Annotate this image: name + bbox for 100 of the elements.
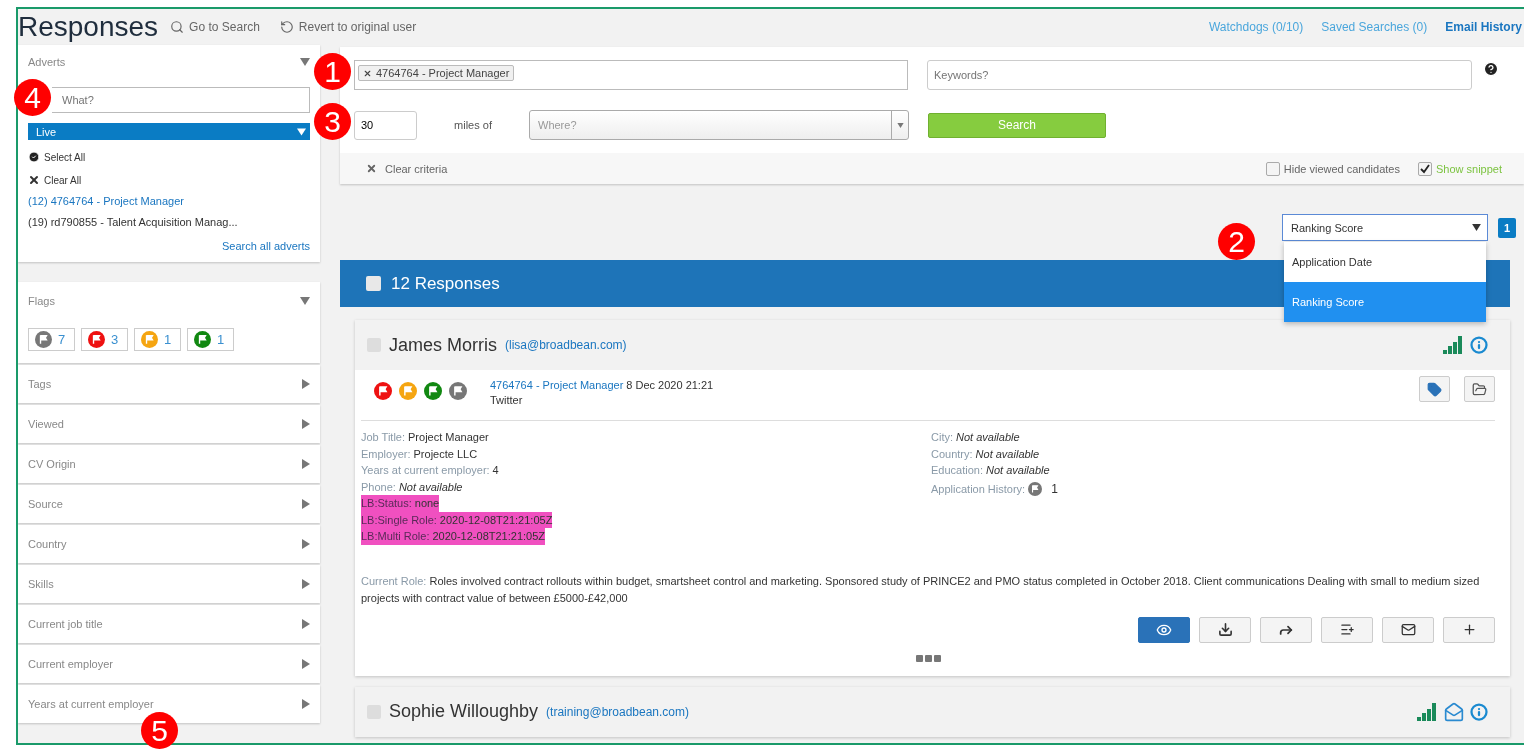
info-icon[interactable] — [1470, 336, 1488, 354]
page-title: Responses — [18, 12, 159, 42]
select-all-checkbox[interactable] — [366, 276, 381, 291]
download-button[interactable] — [1199, 616, 1251, 643]
list-plus-icon — [1339, 622, 1355, 637]
distance-field[interactable]: 30 — [354, 110, 417, 140]
status-dropdown[interactable]: Live — [28, 123, 310, 140]
sort-select[interactable]: Ranking Score — [1282, 214, 1488, 241]
filter-title: Tags — [28, 378, 52, 390]
field-label: Employer: — [361, 447, 411, 460]
field-value: Not available — [986, 464, 1050, 477]
caret-right-icon[interactable] — [302, 619, 310, 629]
filter-title: Current employer — [28, 658, 113, 670]
option-checkbox[interactable]: Show snippet — [1417, 161, 1502, 176]
caret-right-icon[interactable] — [302, 459, 310, 469]
field-label: Application History: — [931, 482, 1026, 495]
keywords-field[interactable]: Keywords? — [927, 60, 1472, 90]
flag-filter-button[interactable]: 3 — [81, 328, 128, 351]
flag-filter-button[interactable]: 7 — [28, 328, 75, 351]
flag-filter-button[interactable]: 1 — [134, 328, 181, 351]
candidate-name: James Morris — [389, 334, 497, 356]
caret-right-icon[interactable] — [302, 419, 310, 429]
tag-button[interactable] — [1419, 376, 1450, 402]
field-label: LB:Multi Role: — [361, 530, 430, 543]
filter-panel[interactable]: CV Origin — [18, 445, 320, 483]
menu-option[interactable]: Application Date — [1284, 242, 1486, 282]
advert-link[interactable]: 4764764 - Project Manager — [490, 379, 624, 391]
candidate-email-link[interactable]: (training@broadbean.com) — [546, 704, 689, 719]
filter-panel[interactable]: Current employer — [18, 645, 320, 683]
signal-bars-icon — [1443, 336, 1464, 354]
field-label: Years at current employer: — [361, 464, 490, 477]
close-icon — [28, 174, 40, 186]
clear-criteria-link[interactable]: Clear criteria — [366, 162, 448, 175]
header-link[interactable]: Email History — [1445, 20, 1522, 34]
check-circle-icon — [28, 151, 40, 163]
header-link[interactable]: Saved Searches (0) — [1321, 20, 1428, 34]
field-value: Projecte LLC — [413, 447, 478, 460]
filter-panel[interactable]: Flags 7 3 1 1 — [18, 282, 320, 363]
filter-title: Source — [28, 498, 63, 510]
filter-title: Viewed — [28, 418, 64, 430]
clear-all-link[interactable]: Clear All — [28, 174, 310, 186]
email-button[interactable] — [1382, 616, 1434, 643]
advert-link[interactable]: (19) rd790855 - Talent Acquisition Manag... — [28, 216, 310, 228]
caret-right-icon[interactable] — [302, 579, 310, 589]
flag-filter-button[interactable]: 1 — [187, 328, 234, 351]
field-value: Not available — [975, 447, 1040, 460]
distance-label: miles of — [453, 119, 493, 131]
filter-panel[interactable]: Tags — [18, 365, 320, 403]
caret-down-icon — [1472, 224, 1481, 231]
filter-panel[interactable]: Source — [18, 485, 320, 523]
add-to-list-button[interactable] — [1321, 616, 1373, 643]
signal-bars-icon — [1417, 702, 1438, 721]
select-all-link[interactable]: Select All — [28, 151, 310, 163]
filter-panel[interactable]: Current job title — [18, 605, 320, 643]
remove-icon[interactable] — [363, 68, 372, 78]
filter-panel[interactable]: Country — [18, 525, 320, 563]
filter-title: Current job title — [28, 618, 103, 630]
field-value: 1 — [1051, 481, 1058, 496]
candidate-email-link[interactable]: (lisa@broadbean.com) — [505, 338, 627, 352]
field-value: none — [414, 497, 440, 510]
help-icon[interactable] — [1483, 61, 1499, 77]
option-checkbox[interactable]: Hide viewed candidates — [1265, 161, 1400, 176]
view-button[interactable] — [1138, 616, 1190, 643]
candidate-name: Sophie Willoughby — [389, 701, 539, 722]
filter-title: Flags — [28, 295, 55, 307]
caret-right-icon[interactable] — [302, 539, 310, 549]
filter-panel[interactable]: Viewed — [18, 405, 320, 443]
search-all-adverts-link[interactable]: Search all adverts — [221, 240, 310, 252]
search-button[interactable]: Search — [928, 112, 1106, 138]
forward-button[interactable] — [1260, 616, 1312, 643]
where-select[interactable]: Where? — [529, 110, 909, 140]
caret-down-icon[interactable] — [300, 58, 310, 66]
header-link[interactable]: Watchdogs (0/10) — [1208, 20, 1304, 34]
caret-right-icon[interactable] — [302, 379, 310, 389]
caret-down-icon[interactable] — [300, 297, 310, 305]
folder-button[interactable] — [1464, 376, 1495, 402]
advert-tag: 4764764 - Project Manager — [358, 65, 515, 81]
what-field[interactable]: What? — [52, 87, 310, 113]
close-icon — [366, 163, 377, 174]
caret-right-icon[interactable] — [302, 699, 310, 709]
field-label: City: — [931, 431, 953, 444]
menu-option[interactable]: Ranking Score — [1284, 282, 1486, 322]
caret-right-icon[interactable] — [302, 499, 310, 509]
flag-icon — [194, 331, 211, 348]
results-count: 12 Responses — [391, 273, 500, 294]
advert-tag-field[interactable]: 4764764 - Project Manager — [354, 60, 908, 90]
field-label: Country: — [931, 447, 973, 460]
page-button[interactable]: 1 — [1498, 217, 1516, 238]
open-envelope-icon — [1444, 701, 1464, 722]
advert-link[interactable]: (12) 4764764 - Project Manager — [28, 195, 310, 207]
filter-title: Country — [28, 538, 67, 550]
revert-user-link[interactable]: Revert to original user — [279, 20, 417, 34]
filter-panel[interactable]: Skills — [18, 565, 320, 603]
info-icon[interactable] — [1470, 702, 1488, 721]
flag-icon — [35, 331, 52, 348]
caret-right-icon[interactable] — [302, 659, 310, 669]
filter-title: Years at current employer — [28, 698, 154, 710]
source-text: Twitter — [490, 394, 524, 406]
plus-icon — [1461, 622, 1477, 637]
go-to-search-link[interactable]: Go to Search — [170, 20, 260, 34]
